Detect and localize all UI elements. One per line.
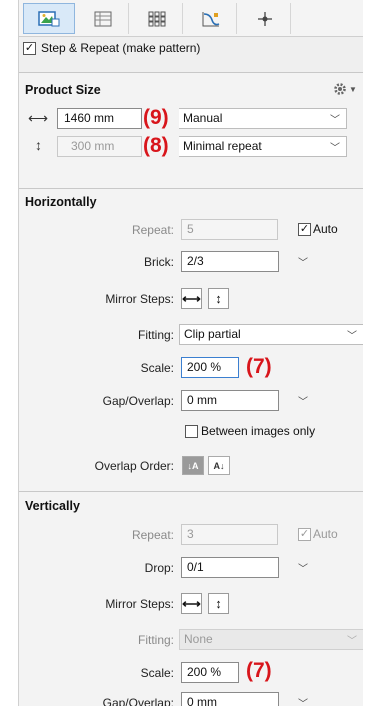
brick-label: Brick: xyxy=(144,255,174,269)
horizontally-title: Horizontally xyxy=(25,195,97,209)
h-auto-checkbox[interactable]: ✓ xyxy=(298,222,311,236)
tile-grid-icon xyxy=(148,11,165,26)
tab-tile-grid[interactable] xyxy=(131,3,183,34)
overlap-order-front-button[interactable]: ↓A xyxy=(182,456,204,475)
step-repeat-label: Step & Repeat (make pattern) xyxy=(41,41,201,55)
between-images-toggle[interactable]: Between images only xyxy=(185,424,315,438)
tab-toolbar xyxy=(19,0,363,37)
vertical-arrow-icon: ↕ xyxy=(215,291,222,306)
annotation-7: (7) xyxy=(246,355,272,378)
chevron-down-icon: ﹀ xyxy=(330,143,340,154)
horizontally-section: Horizontally Repeat: 5 ✓ Auto Brick: 2/3… xyxy=(19,189,363,491)
v-repeat-input[interactable]: 3 xyxy=(181,524,278,545)
product-width-mode-value: Manual xyxy=(183,111,223,125)
chevron-down-icon: ﹀ xyxy=(330,115,340,126)
vertical-arrow-icon: ↕ xyxy=(35,137,42,153)
v-gap-overlap-input[interactable]: 0 mm xyxy=(181,692,279,706)
v-auto-toggle[interactable]: ✓ Auto xyxy=(298,527,338,541)
overlap-front-icon: ↓A xyxy=(187,460,199,471)
annotation-8: (8) xyxy=(143,134,169,157)
tab-position[interactable] xyxy=(239,3,291,34)
h-gap-overlap-label: Gap/Overlap: xyxy=(102,394,174,408)
tab-curve-edit[interactable] xyxy=(185,3,237,34)
product-height-input[interactable]: 300 mm xyxy=(57,136,142,157)
h-mirror-steps-label: Mirror Steps: xyxy=(105,292,174,306)
product-height-mode-select[interactable]: Minimal repeat ﹀ xyxy=(179,136,347,157)
settings-menu[interactable]: ▼ xyxy=(333,82,357,96)
v-auto-label: Auto xyxy=(313,527,338,541)
h-fitting-select[interactable]: Clip partial ﹀ xyxy=(179,324,363,345)
step-repeat-row[interactable]: ✓ Step & Repeat (make pattern) xyxy=(23,41,200,55)
image-layout-icon xyxy=(38,10,60,26)
h-scale-label: Scale: xyxy=(140,361,174,375)
crosshair-icon xyxy=(257,11,272,26)
horizontal-arrow-icon: ⟷ xyxy=(28,110,49,126)
v-scale-input[interactable]: 200 % xyxy=(181,662,239,683)
step-repeat-checkbox[interactable]: ✓ xyxy=(23,41,36,55)
v-fitting-label: Fitting: xyxy=(137,633,174,647)
horizontal-arrow-icon: ⟷ xyxy=(182,290,201,306)
horizontal-arrow-icon: ⟷ xyxy=(182,595,201,611)
h-gap-overlap-input[interactable]: 0 mm xyxy=(181,390,279,411)
chevron-down-icon: ﹀ xyxy=(347,636,357,647)
v-repeat-label: Repeat: xyxy=(131,528,174,542)
drop-input[interactable]: 0/1 xyxy=(181,557,279,578)
h-fitting-label: Fitting: xyxy=(137,328,174,342)
chevron-down-icon[interactable]: ﹀ xyxy=(298,393,308,408)
h-fitting-value: Clip partial xyxy=(184,327,241,341)
chevron-down-icon: ▼ xyxy=(349,84,357,94)
chevron-down-icon: ﹀ xyxy=(347,331,357,342)
h-auto-label: Auto xyxy=(313,222,338,236)
v-scale-label: Scale: xyxy=(140,666,174,680)
gear-icon xyxy=(334,83,346,95)
brick-input[interactable]: 2/3 xyxy=(181,251,279,272)
curve-edit-icon xyxy=(202,11,219,26)
tab-image-layout[interactable] xyxy=(23,3,75,34)
vertically-section: Vertically Repeat: 3 ✓ Auto Drop: 0/1 ﹀ … xyxy=(19,492,363,706)
step-repeat-panel: ✓ Step & Repeat (make pattern) Product S… xyxy=(18,0,363,706)
product-size-title: Product Size xyxy=(25,83,101,97)
chevron-down-icon[interactable]: ﹀ xyxy=(298,254,308,269)
grid-layout-icon xyxy=(94,11,111,26)
vertically-title: Vertically xyxy=(25,499,80,513)
product-width-input[interactable]: 1460 mm xyxy=(57,108,142,129)
tab-grid-layout[interactable] xyxy=(77,3,129,34)
vertical-arrow-icon: ↕ xyxy=(215,596,222,611)
product-height-mode-value: Minimal repeat xyxy=(183,139,262,153)
h-auto-toggle[interactable]: ✓ Auto xyxy=(298,222,338,236)
chevron-down-icon[interactable]: ﹀ xyxy=(298,695,308,706)
overlap-order-back-button[interactable]: A↓ xyxy=(208,456,230,475)
overlap-back-icon: A↓ xyxy=(213,460,225,471)
drop-label: Drop: xyxy=(144,561,174,575)
overlap-order-label: Overlap Order: xyxy=(94,459,174,473)
between-images-checkbox[interactable] xyxy=(185,424,198,438)
v-mirror-horizontal-button[interactable]: ⟷ xyxy=(181,593,202,614)
product-size-section: Product Size ▼ ⟷ 1460 mm (9) Manual ﹀ ↕ … xyxy=(19,73,363,188)
h-scale-input[interactable]: 200 % xyxy=(181,357,239,378)
v-mirror-steps-label: Mirror Steps: xyxy=(105,597,174,611)
v-mirror-vertical-button[interactable]: ↕ xyxy=(208,593,229,614)
h-repeat-input[interactable]: 5 xyxy=(181,219,278,240)
v-fitting-value: None xyxy=(184,632,213,646)
h-mirror-vertical-button[interactable]: ↕ xyxy=(208,288,229,309)
product-width-mode-select[interactable]: Manual ﹀ xyxy=(179,108,347,129)
between-images-label: Between images only xyxy=(201,424,316,438)
annotation-9: (9) xyxy=(143,106,169,129)
v-auto-checkbox[interactable]: ✓ xyxy=(298,527,311,541)
v-fitting-select[interactable]: None ﹀ xyxy=(179,629,363,650)
h-repeat-label: Repeat: xyxy=(131,223,174,237)
annotation-7-vertical: (7) xyxy=(246,659,272,682)
h-mirror-horizontal-button[interactable]: ⟷ xyxy=(181,288,202,309)
chevron-down-icon[interactable]: ﹀ xyxy=(298,560,308,575)
v-gap-overlap-label: Gap/Overlap: xyxy=(102,696,174,706)
